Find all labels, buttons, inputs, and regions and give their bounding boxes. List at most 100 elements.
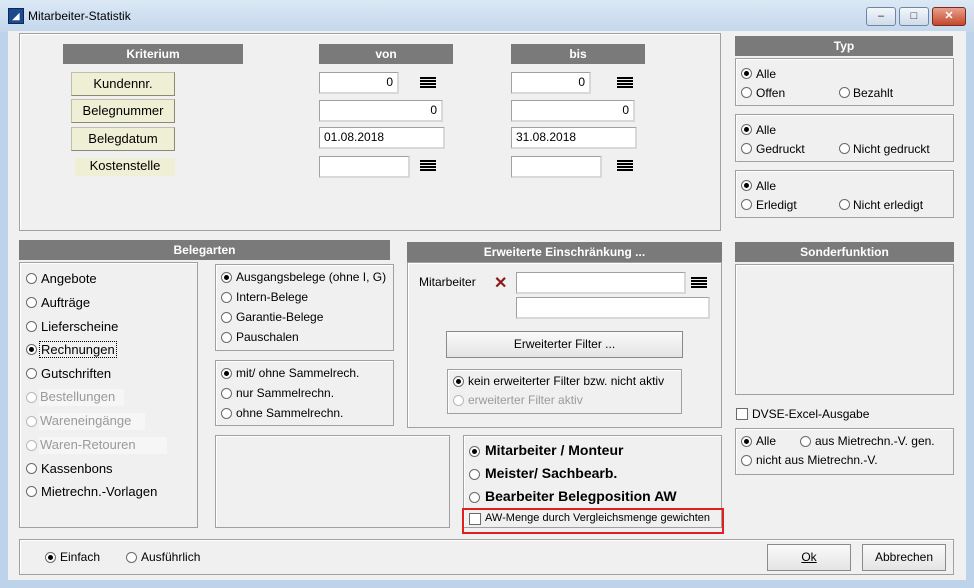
waren-retouren-radio: [26, 440, 37, 451]
belegnummer-von-field[interactable]: 0: [319, 100, 443, 122]
typ2-alle-label: Alle: [756, 123, 777, 137]
header-kriterium: Kriterium: [63, 44, 243, 64]
erweiterter-filter-button[interactable]: Erweiterter Filter ...: [446, 331, 683, 358]
ausgangsbelege-label: Ausgangsbelege (ohne I, G): [236, 270, 387, 284]
kundennr-button[interactable]: Kundennr.: [71, 72, 175, 96]
empty-group: [215, 435, 450, 528]
list-icon[interactable]: [617, 160, 633, 172]
lieferscheine-radio[interactable]: [26, 321, 37, 332]
belegnummer-button[interactable]: Belegnummer: [71, 99, 175, 123]
aw-menge-checkbox[interactable]: [469, 513, 481, 525]
pauschalen-label: Pauschalen: [236, 330, 299, 344]
einfach-radio[interactable]: [45, 552, 56, 563]
aw-menge-label: AW-Menge durch Vergleichsmenge gewichten: [485, 512, 711, 524]
mitarbeiter-label: Mitarbeiter: [419, 275, 476, 289]
typ1-bezahlt-radio[interactable]: [839, 87, 850, 98]
ausfuehrlich-radio[interactable]: [126, 552, 137, 563]
auftraege-radio[interactable]: [26, 297, 37, 308]
minimize-button[interactable]: –: [866, 7, 896, 26]
mietrechn-alle-radio[interactable]: [741, 436, 752, 447]
list-icon[interactable]: [420, 160, 436, 172]
mietrechn-vorlagen-label: Mietrechn.-Vorlagen: [41, 484, 158, 499]
filter-off-radio[interactable]: [453, 376, 464, 387]
intern-belege-radio[interactable]: [221, 292, 232, 303]
delete-x-icon[interactable]: ✕: [494, 273, 507, 293]
mietrechn-alle-label: Alle: [756, 434, 777, 448]
close-button[interactable]: ✕: [932, 7, 966, 26]
ok-button[interactable]: Ok: [767, 544, 851, 571]
typ2-nicht-gedruckt-radio[interactable]: [839, 143, 850, 154]
header-bis: bis: [511, 44, 645, 64]
nicht-aus-mietrechn-label: nicht aus Mietrechn.-V.: [756, 453, 878, 467]
wareneingaenge-radio: [26, 416, 37, 427]
kostenstelle-bis-field[interactable]: [511, 156, 602, 178]
kassenbons-label: Kassenbons: [41, 461, 113, 476]
mitarbeiter-field-1[interactable]: [516, 272, 686, 294]
list-icon[interactable]: [691, 277, 707, 289]
nur-sammel-radio[interactable]: [221, 388, 232, 399]
kundennr-von-field[interactable]: 0: [319, 72, 399, 94]
header-erweitert: Erweiterte Einschränkung ...: [407, 242, 722, 262]
rechnungen-radio[interactable]: [26, 344, 37, 355]
typ1-alle-label: Alle: [756, 67, 777, 81]
dvse-excel-checkbox[interactable]: [736, 408, 748, 420]
title-bar: [0, 0, 974, 32]
list-icon[interactable]: [617, 77, 633, 89]
belegnummer-bis-field[interactable]: 0: [511, 100, 635, 122]
kassenbons-radio[interactable]: [26, 463, 37, 474]
ohne-sammel-radio[interactable]: [221, 408, 232, 419]
mitarbeiter-monteur-radio[interactable]: [469, 446, 480, 457]
typ3-nicht-erledigt-radio[interactable]: [839, 199, 850, 210]
kundennr-bis-field[interactable]: 0: [511, 72, 591, 94]
bearbeiter-belegposition-label: Bearbeiter Belegposition AW: [485, 488, 677, 504]
gutschriften-radio[interactable]: [26, 368, 37, 379]
header-von: von: [319, 44, 453, 64]
typ1-alle-radio[interactable]: [741, 68, 752, 79]
angebote-radio[interactable]: [26, 273, 37, 284]
typ1-offen-label: Offen: [756, 86, 786, 100]
einfach-label: Einfach: [60, 550, 101, 564]
belegdatum-button[interactable]: Belegdatum: [71, 127, 175, 151]
maximize-button[interactable]: □: [899, 7, 929, 26]
window-title: Mitarbeiter-Statistik: [28, 9, 131, 23]
belegdatum-von-field[interactable]: 01.08.2018: [319, 127, 445, 149]
filter-on-radio: [453, 395, 464, 406]
typ1-offen-radio[interactable]: [741, 87, 752, 98]
filter-on-label: erweiterter Filter aktiv: [468, 393, 583, 407]
mit-ohne-sammel-radio[interactable]: [221, 368, 232, 379]
gutschriften-label: Gutschriften: [41, 366, 112, 381]
header-sonderfunktion: Sonderfunktion: [735, 242, 954, 262]
mitarbeiter-field-2[interactable]: [516, 297, 710, 319]
typ3-alle-label: Alle: [756, 179, 777, 193]
lieferscheine-label: Lieferscheine: [41, 319, 119, 334]
typ1-bezahlt-label: Bezahlt: [853, 86, 894, 100]
typ3-alle-radio[interactable]: [741, 180, 752, 191]
meister-sachbearb-radio[interactable]: [469, 469, 480, 480]
typ3-erledigt-radio[interactable]: [741, 199, 752, 210]
bestellungen-radio: [26, 392, 37, 403]
aus-mietrechn-label: aus Mietrechn.-V. gen.: [815, 434, 935, 448]
aus-mietrechn-radio[interactable]: [800, 436, 811, 447]
typ2-alle-radio[interactable]: [741, 124, 752, 135]
sonderfunktion-panel: [735, 264, 954, 395]
list-icon[interactable]: [420, 77, 436, 89]
mietrechn-vorlagen-radio[interactable]: [26, 486, 37, 497]
typ2-nicht-gedruckt-label: Nicht gedruckt: [853, 142, 930, 156]
typ3-nicht-erledigt-label: Nicht erledigt: [853, 198, 924, 212]
typ3-erledigt-label: Erledigt: [756, 198, 797, 212]
pauschalen-radio[interactable]: [221, 332, 232, 343]
app-icon[interactable]: ◢: [8, 8, 24, 24]
rechnungen-label: Rechnungen: [39, 341, 117, 358]
header-typ: Typ: [735, 36, 953, 56]
kostenstelle-label: Kostenstelle: [75, 158, 175, 176]
auftraege-label: Aufträge: [41, 295, 91, 310]
ausfuehrlich-label: Ausführlich: [141, 550, 201, 564]
nicht-aus-mietrechn-radio[interactable]: [741, 455, 752, 466]
kostenstelle-von-field[interactable]: [319, 156, 410, 178]
ausgangsbelege-radio[interactable]: [221, 272, 232, 283]
belegdatum-bis-field[interactable]: 31.08.2018: [511, 127, 637, 149]
garantie-belege-radio[interactable]: [221, 312, 232, 323]
bearbeiter-belegposition-radio[interactable]: [469, 492, 480, 503]
typ2-gedruckt-radio[interactable]: [741, 143, 752, 154]
abbrechen-button[interactable]: Abbrechen: [862, 544, 946, 571]
